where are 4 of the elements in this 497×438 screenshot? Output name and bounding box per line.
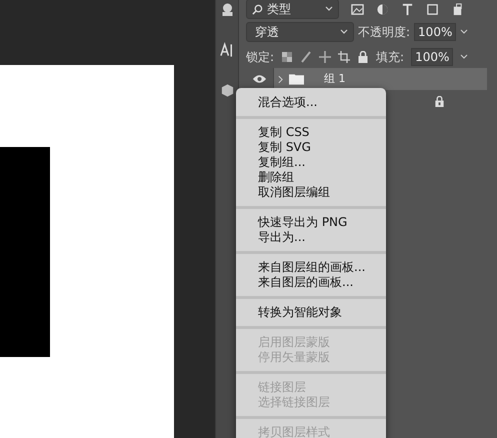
opacity-label: 不透明度: (358, 24, 410, 40)
layer-name: 组 1 (324, 73, 346, 85)
fill-label: 填充: (376, 48, 404, 66)
lock-label: 锁定: (246, 48, 274, 66)
